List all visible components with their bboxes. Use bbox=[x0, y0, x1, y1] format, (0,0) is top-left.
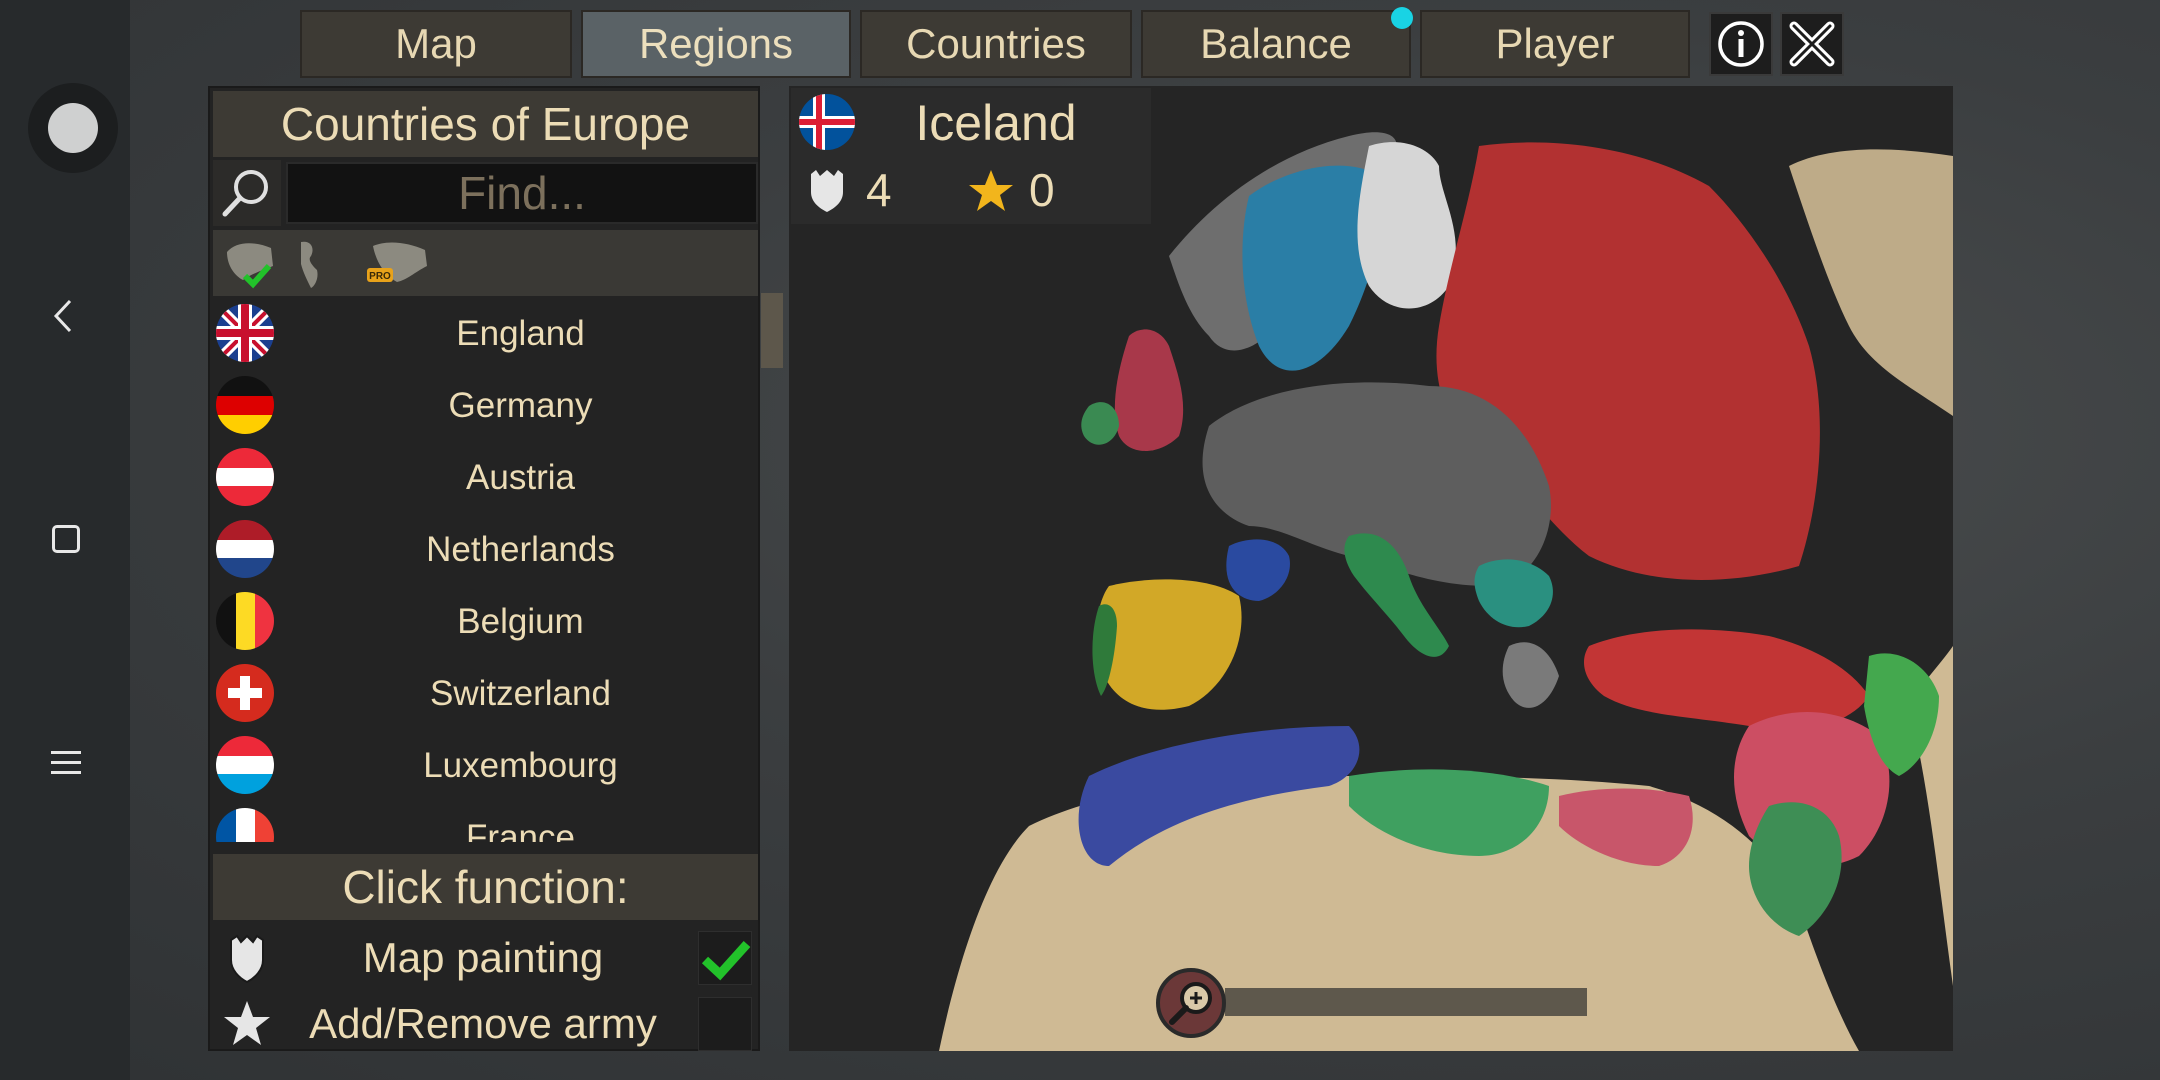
option-label: Add/Remove army bbox=[309, 1000, 657, 1047]
germany-flag-icon bbox=[216, 376, 274, 434]
tab-regions[interactable]: Regions bbox=[581, 10, 851, 78]
countries-panel: Countries of Europe Find... PRO England … bbox=[208, 86, 783, 1051]
netherlands-flag-icon bbox=[216, 520, 274, 578]
france-flag-icon bbox=[216, 808, 274, 842]
austria-flag-icon bbox=[216, 448, 274, 506]
star-icon bbox=[969, 170, 1013, 211]
back-icon[interactable] bbox=[52, 298, 74, 334]
list-item[interactable]: Switzerland bbox=[213, 658, 758, 730]
home-icon[interactable] bbox=[52, 525, 80, 553]
map-painting-checkbox[interactable] bbox=[698, 931, 752, 985]
country-name: Germany bbox=[448, 386, 593, 425]
system-nav-bar bbox=[0, 0, 130, 1080]
luxembourg-flag-icon bbox=[216, 736, 274, 794]
close-icon bbox=[1789, 21, 1835, 67]
tab-balance[interactable]: Balance bbox=[1141, 10, 1411, 78]
zoom-icon bbox=[1169, 982, 1212, 1025]
notification-dot bbox=[1391, 7, 1413, 29]
info-button[interactable] bbox=[1709, 12, 1773, 76]
country-name: Switzerland bbox=[430, 674, 611, 713]
check-icon bbox=[701, 940, 751, 981]
add-remove-army-checkbox[interactable] bbox=[698, 997, 752, 1051]
list-item[interactable]: Luxembourg bbox=[213, 730, 758, 802]
shield-icon bbox=[811, 170, 843, 212]
tab-player[interactable]: Player bbox=[1420, 10, 1690, 78]
game-screen: { "tabs":[ {"label":"Map"}, {"label":"Re… bbox=[0, 0, 2160, 1080]
map-canvas[interactable] bbox=[789, 86, 1953, 1051]
selected-country-info: Iceland 4 0 bbox=[791, 88, 1151, 224]
country-name: Belgium bbox=[457, 602, 584, 641]
option-label: Map painting bbox=[362, 934, 604, 981]
belgium-flag-icon bbox=[216, 592, 274, 650]
info-icon bbox=[1718, 21, 1764, 67]
iceland-flag-icon bbox=[799, 94, 855, 150]
filter-row: PRO bbox=[213, 230, 758, 296]
close-button[interactable] bbox=[1780, 12, 1844, 76]
country-name: Austria bbox=[466, 458, 575, 497]
switzerland-flag-icon bbox=[216, 664, 274, 722]
country-name: Luxembourg bbox=[423, 746, 618, 785]
shield-icon bbox=[230, 934, 264, 984]
map-painting-option[interactable]: Map painting bbox=[213, 926, 758, 990]
americas-filter-icon[interactable] bbox=[293, 236, 351, 290]
recents-icon[interactable] bbox=[51, 751, 81, 775]
country-name: England bbox=[456, 314, 585, 353]
country-name: France bbox=[466, 818, 575, 842]
search-button[interactable] bbox=[213, 160, 281, 226]
tab-map[interactable]: Map bbox=[300, 10, 572, 78]
country-name: Netherlands bbox=[426, 530, 615, 569]
pro-world-filter-icon[interactable]: PRO bbox=[363, 236, 433, 290]
selected-country-name: Iceland bbox=[915, 95, 1077, 151]
europe-filter-icon[interactable] bbox=[221, 236, 279, 290]
svg-text:PRO: PRO bbox=[369, 271, 391, 282]
list-item[interactable]: Austria bbox=[213, 442, 758, 514]
click-function-title: Click function: bbox=[213, 854, 758, 920]
panel-title: Countries of Europe bbox=[213, 91, 758, 157]
zoom-button[interactable] bbox=[1156, 968, 1226, 1038]
search-input[interactable]: Find... bbox=[286, 162, 758, 224]
star-icon bbox=[224, 1001, 270, 1045]
uk-flag-icon bbox=[216, 304, 274, 362]
list-item[interactable]: Belgium bbox=[213, 586, 758, 658]
add-remove-army-option[interactable]: Add/Remove army bbox=[213, 992, 758, 1056]
army-count: 0 bbox=[1029, 164, 1055, 216]
list-item[interactable]: France bbox=[213, 802, 758, 842]
europe-map[interactable] bbox=[789, 86, 1953, 1051]
list-item[interactable]: Germany bbox=[213, 370, 758, 442]
tab-countries[interactable]: Countries bbox=[860, 10, 1132, 78]
zoom-slider[interactable] bbox=[1225, 988, 1587, 1016]
search-icon bbox=[222, 170, 268, 217]
list-item[interactable]: England bbox=[213, 298, 758, 370]
country-list[interactable]: England Germany Austria Netherlands Belg… bbox=[213, 298, 758, 842]
list-scrollbar[interactable] bbox=[761, 293, 783, 368]
assistant-button[interactable] bbox=[28, 83, 118, 173]
list-item[interactable]: Netherlands bbox=[213, 514, 758, 586]
region-count: 4 bbox=[866, 164, 892, 216]
